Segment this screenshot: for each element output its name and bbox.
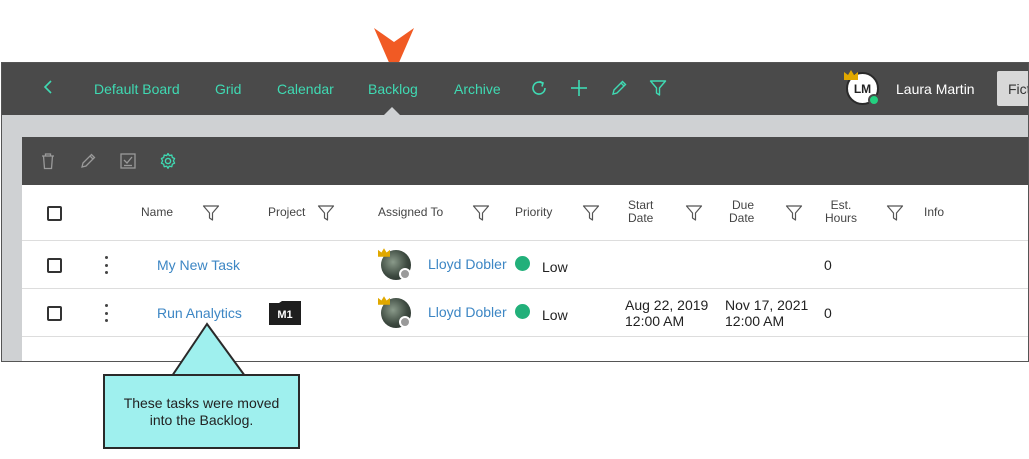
assignee-status-icon (399, 268, 411, 280)
priority-filter-icon[interactable] (582, 204, 600, 222)
start-date-label-line2: Date (628, 211, 654, 225)
priority-dot-icon (515, 256, 530, 271)
refresh-icon[interactable] (528, 77, 550, 99)
top-navigation-bar: Default Board Grid Calendar Backlog Arch… (2, 63, 1028, 116)
online-status-icon (868, 94, 880, 106)
grid-header: Name Project Assigned To Priority Start … (22, 185, 1028, 241)
back-button[interactable] (38, 76, 58, 98)
assignee-link[interactable]: Lloyd Dobler (428, 304, 507, 320)
trash-icon[interactable] (37, 150, 59, 172)
due-date-filter-icon[interactable] (785, 204, 803, 222)
column-header-project[interactable]: Project (268, 206, 305, 219)
nav-grid[interactable]: Grid (215, 63, 241, 115)
board-select[interactable]: Fict (997, 71, 1028, 106)
nav-archive[interactable]: Archive (454, 63, 501, 115)
column-header-assigned-to[interactable]: Assigned To (378, 206, 443, 219)
callout-note: These tasks were moved into the Backlog. (103, 374, 300, 449)
start-date-value: Aug 22, 2019 12:00 AM (625, 297, 708, 329)
nav-default-board[interactable]: Default Board (94, 63, 180, 115)
select-all-checkbox[interactable] (47, 206, 62, 221)
est-hours-filter-icon[interactable] (886, 204, 904, 222)
crown-icon (378, 248, 390, 257)
start-date-time: 12:00 AM (625, 313, 685, 329)
due-date-day: Nov 17, 2021 (725, 297, 809, 313)
assignee-status-icon (399, 316, 411, 328)
name-filter-icon[interactable] (202, 204, 220, 222)
column-header-est-hours[interactable]: Est. Hours (825, 199, 857, 225)
row-menu-icon[interactable] (103, 304, 109, 322)
est-hours-value: 0 (824, 305, 832, 321)
pencil-icon[interactable] (608, 77, 630, 99)
chevron-left-icon (43, 80, 52, 94)
filter-icon[interactable] (647, 77, 669, 99)
plus-icon[interactable] (568, 77, 590, 99)
row-checkbox[interactable] (47, 258, 62, 273)
project-filter-icon[interactable] (317, 204, 335, 222)
start-date-day: Aug 22, 2019 (625, 297, 709, 313)
table-row: My New Task Lloyd Dobler Low 0 (22, 241, 1028, 289)
assigned-to-filter-icon[interactable] (472, 204, 490, 222)
active-tab-indicator (383, 107, 401, 116)
gear-icon[interactable] (157, 150, 179, 172)
due-date-value: Nov 17, 2021 12:00 AM (725, 297, 808, 329)
user-name: Laura Martin (896, 81, 975, 97)
start-date-filter-icon[interactable] (685, 204, 703, 222)
project-badge-label: M1 (277, 309, 292, 321)
callout-pointer-icon (170, 322, 247, 378)
est-hours-label-line2: Hours (825, 211, 858, 225)
screenshot-stage: Default Board Grid Calendar Backlog Arch… (0, 0, 1029, 459)
task-name-link[interactable]: My New Task (157, 257, 240, 273)
priority-value: Low (542, 307, 568, 323)
crown-icon (378, 296, 390, 305)
task-name-link[interactable]: Run Analytics (157, 305, 242, 321)
crown-icon (844, 70, 858, 80)
project-folder-icon[interactable]: M1 (269, 301, 301, 325)
panel-toolbar (22, 137, 1028, 185)
row-checkbox[interactable] (47, 306, 62, 321)
column-header-priority[interactable]: Priority (515, 206, 552, 219)
due-date-time: 12:00 AM (725, 313, 785, 329)
priority-value: Low (542, 259, 568, 275)
nav-calendar[interactable]: Calendar (277, 63, 334, 115)
column-header-name[interactable]: Name (141, 206, 173, 219)
checklist-icon[interactable] (117, 150, 139, 172)
priority-dot-icon (515, 304, 530, 319)
row-menu-icon[interactable] (103, 256, 109, 274)
due-date-label-line2: Date (729, 211, 755, 225)
est-hours-value: 0 (824, 257, 832, 273)
app-window: Default Board Grid Calendar Backlog Arch… (1, 62, 1029, 362)
column-header-info[interactable]: Info (924, 206, 944, 219)
assignee-link[interactable]: Lloyd Dobler (428, 256, 507, 272)
edit-pencil-icon[interactable] (77, 150, 99, 172)
user-avatar[interactable]: LM (844, 70, 882, 108)
column-header-due-date[interactable]: Due Date (729, 199, 754, 225)
column-header-start-date[interactable]: Start Date (628, 199, 653, 225)
